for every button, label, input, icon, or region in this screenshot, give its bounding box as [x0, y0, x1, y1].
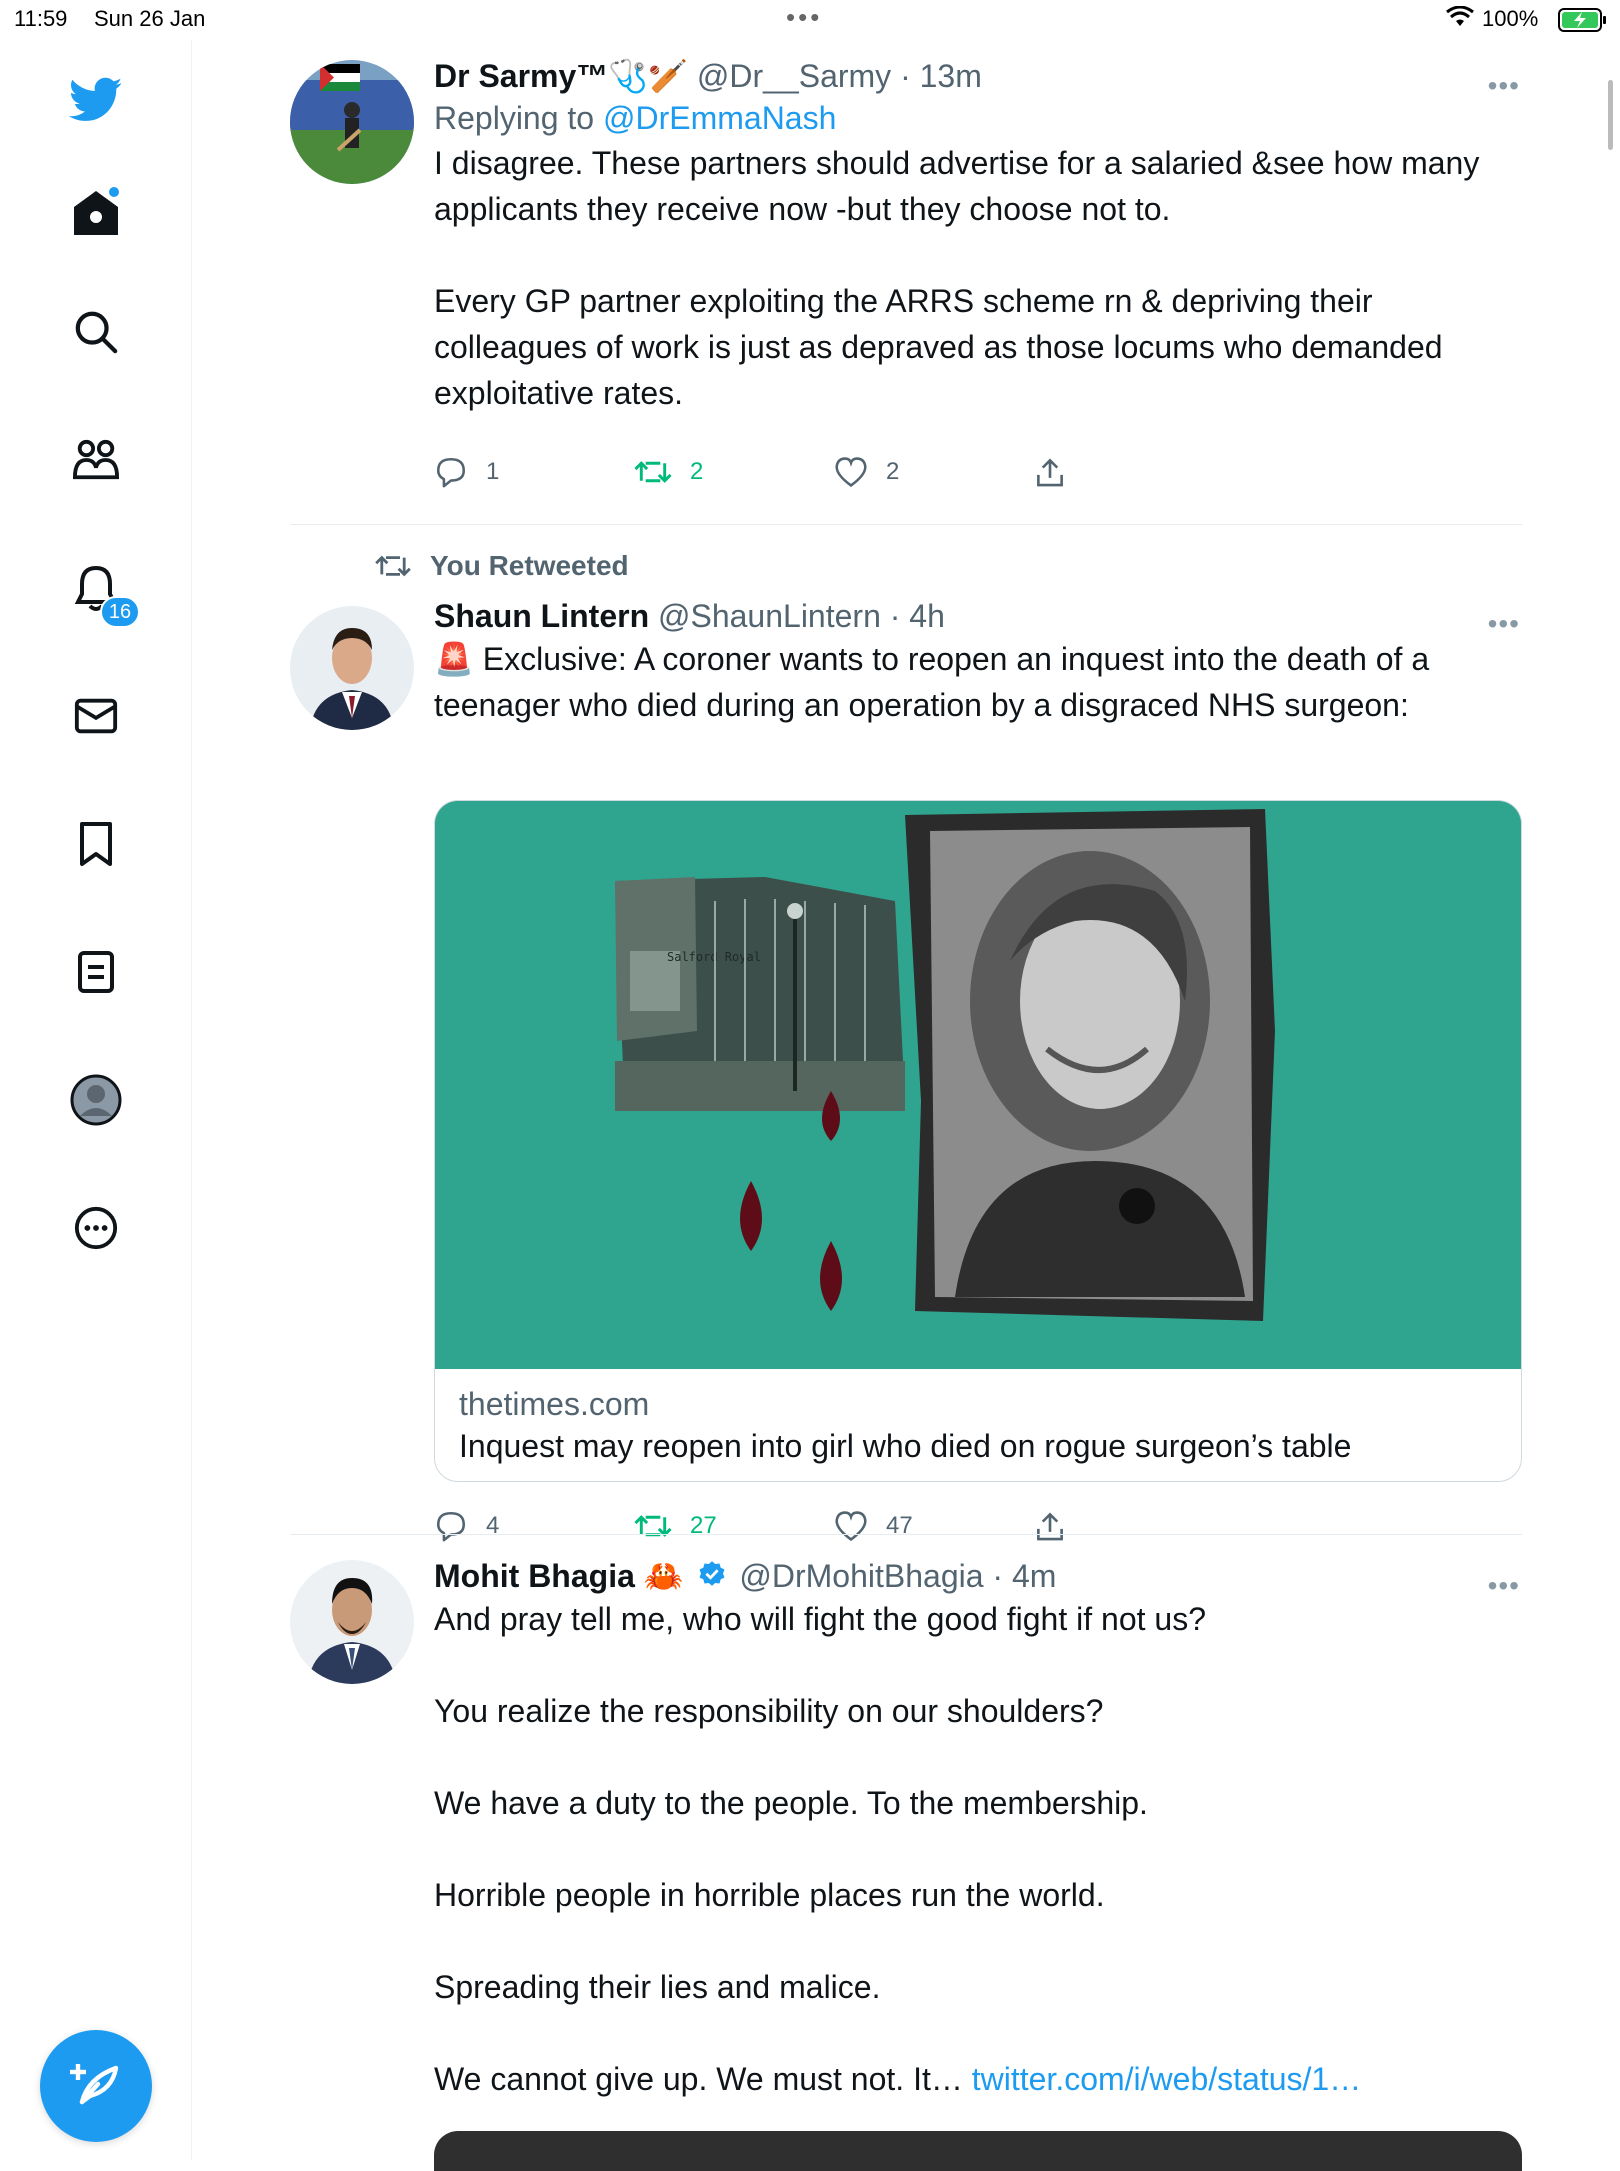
- more-options-icon[interactable]: •••: [1488, 1570, 1520, 1602]
- avatar[interactable]: [290, 1560, 414, 1684]
- scrollbar[interactable]: [1608, 80, 1613, 150]
- author-name[interactable]: Mohit Bhagia 🦀: [434, 1558, 684, 1594]
- tweet-paragraph: We have a duty to the people. To the mem…: [434, 1785, 1148, 1821]
- author-handle[interactable]: @ShaunLintern: [658, 598, 881, 634]
- notifications-count-badge: 16: [100, 596, 140, 628]
- verified-badge-icon: [697, 1559, 727, 1599]
- more-options-icon[interactable]: •••: [1488, 608, 1520, 640]
- tweet-actions: 4 27 47: [434, 1506, 1134, 1546]
- retweet-button[interactable]: 2: [634, 452, 703, 492]
- compose-tweet-icon: [70, 2064, 119, 2105]
- battery-charging-icon: [1558, 8, 1608, 38]
- retweet-context-label: You Retweeted: [430, 550, 629, 581]
- tweet-link[interactable]: twitter.com/i/web/status/1…: [972, 2061, 1361, 2097]
- sidebar: 16: [0, 40, 192, 2160]
- reply-icon: [436, 457, 466, 488]
- battery-percent: 100%: [1482, 6, 1539, 31]
- replying-to-prefix: Replying to: [434, 100, 603, 136]
- replying-to: Replying to @DrEmmaNash: [434, 96, 1520, 140]
- link-card-domain: thetimes.com: [459, 1386, 650, 1422]
- author-name[interactable]: Shaun Lintern: [434, 598, 649, 634]
- multitasking-dots-icon[interactable]: •••: [786, 2, 822, 33]
- author-handle[interactable]: @DrMohitBhagia: [739, 1558, 983, 1594]
- search-icon[interactable]: [66, 302, 126, 362]
- tweet[interactable]: Mohit Bhagia 🦀 @DrMohitBhagia · 4m And p…: [290, 1556, 1520, 2156]
- tweet-divider: [290, 1534, 1522, 1535]
- heart-icon: [835, 1511, 867, 1541]
- tweet-paragraph: [434, 1918, 1520, 1964]
- tweet-media-preview[interactable]: [434, 2131, 1522, 2171]
- avatar[interactable]: [290, 606, 414, 730]
- lists-icon[interactable]: [66, 942, 126, 1002]
- tweet-last-paragraph: We cannot give up. We must not. It… twit…: [434, 2056, 1520, 2102]
- tweet-divider: [290, 524, 1522, 525]
- profile-icon[interactable]: [66, 1070, 126, 1130]
- compose-tweet-button[interactable]: [40, 2030, 152, 2142]
- tweet-paragraph: [434, 1734, 1520, 1780]
- bookmarks-icon[interactable]: [66, 814, 126, 874]
- tweet[interactable]: Dr Sarmy™🩺🏏 @Dr__Sarmy · 13m Replying to…: [290, 56, 1520, 508]
- tweet-timestamp[interactable]: · 13m: [900, 58, 982, 94]
- heart-icon: [835, 457, 867, 487]
- tweet-paragraph: [434, 1826, 1520, 1872]
- share-icon: [1037, 458, 1063, 487]
- retweet-count: 27: [690, 1512, 717, 1539]
- like-button[interactable]: 47: [834, 1506, 913, 1546]
- reply-count: 1: [486, 458, 500, 485]
- tweet-timestamp[interactable]: · 4h: [890, 598, 945, 634]
- retweet-icon: [375, 555, 411, 577]
- reply-count: 4: [486, 1512, 500, 1539]
- tweet-actions: 1 2 2: [434, 452, 1134, 492]
- status-time: 11:59: [14, 6, 68, 31]
- reply-icon: [436, 1511, 466, 1542]
- tweet[interactable]: You Retweeted Shaun Lintern @ShaunLinter…: [290, 546, 1522, 1546]
- tweet-paragraph: [434, 2010, 1520, 2056]
- like-button[interactable]: 2: [834, 452, 899, 492]
- tweet-text: 🚨 Exclusive: A coroner wants to reopen a…: [434, 636, 1520, 728]
- status-date: Sun 26 Jan: [94, 6, 206, 31]
- reply-button[interactable]: 1: [434, 452, 499, 492]
- share-icon: [1037, 1512, 1063, 1541]
- tweet-paragraph: [434, 1642, 1520, 1688]
- wifi-icon: [1446, 5, 1474, 34]
- tweet-text: And pray tell me, who will fight the goo…: [434, 1596, 1520, 2102]
- tweet-timestamp[interactable]: · 4m: [992, 1558, 1056, 1594]
- retweet-icon: [634, 461, 672, 483]
- building-sign-text: Salford Royal: [667, 950, 761, 964]
- link-card-title: Inquest may reopen into girl who died on…: [459, 1428, 1352, 1464]
- tweet-paragraph: We cannot give up. We must not. It…: [434, 2061, 972, 2097]
- messages-icon[interactable]: [66, 686, 126, 746]
- link-card[interactable]: Salford Royal thetimes.com Inquest may r…: [434, 800, 1522, 1482]
- tweet-paragraph: And pray tell me, who will fight the goo…: [434, 1601, 1206, 1637]
- like-count: 2: [886, 458, 900, 485]
- author-name[interactable]: Dr Sarmy™🩺🏏: [434, 58, 688, 94]
- tweet-text: I disagree. These partners should advert…: [434, 140, 1520, 416]
- status-bar: 11:59 Sun 26 Jan ••• 100%: [0, 0, 1620, 40]
- twitter-logo-icon[interactable]: [66, 70, 126, 130]
- tweet-paragraph: 🚨 Exclusive: A coroner wants to reopen a…: [434, 641, 1430, 723]
- share-button[interactable]: [1034, 452, 1066, 492]
- tweet-paragraph: I disagree. These partners should advert…: [434, 145, 1480, 227]
- communities-icon[interactable]: [66, 430, 126, 490]
- tweet-paragraph: Every GP partner exploiting the ARRS sch…: [434, 283, 1443, 411]
- tweet-paragraph: Horrible people in horrible places run t…: [434, 1877, 1105, 1913]
- retweet-context: You Retweeted: [374, 546, 629, 586]
- more-options-icon[interactable]: •••: [1488, 70, 1520, 102]
- share-button[interactable]: [1034, 1506, 1066, 1546]
- replying-to-link[interactable]: @DrEmmaNash: [603, 100, 836, 136]
- retweet-button[interactable]: 27: [634, 1506, 717, 1546]
- home-icon[interactable]: [66, 182, 126, 242]
- reply-button[interactable]: 4: [434, 1506, 499, 1546]
- link-card-image: Salford Royal: [435, 801, 1521, 1369]
- tweet-paragraph: You realize the responsibility on our sh…: [434, 1693, 1104, 1729]
- like-count: 47: [886, 1512, 913, 1539]
- more-icon[interactable]: [66, 1198, 126, 1258]
- tweet-paragraph: [434, 232, 1520, 278]
- author-handle[interactable]: @Dr__Sarmy: [697, 58, 891, 94]
- tweet-paragraph: Spreading their lies and malice.: [434, 1969, 881, 2005]
- retweet-icon: [634, 1515, 672, 1537]
- avatar[interactable]: [290, 60, 414, 184]
- retweet-count: 2: [690, 458, 704, 485]
